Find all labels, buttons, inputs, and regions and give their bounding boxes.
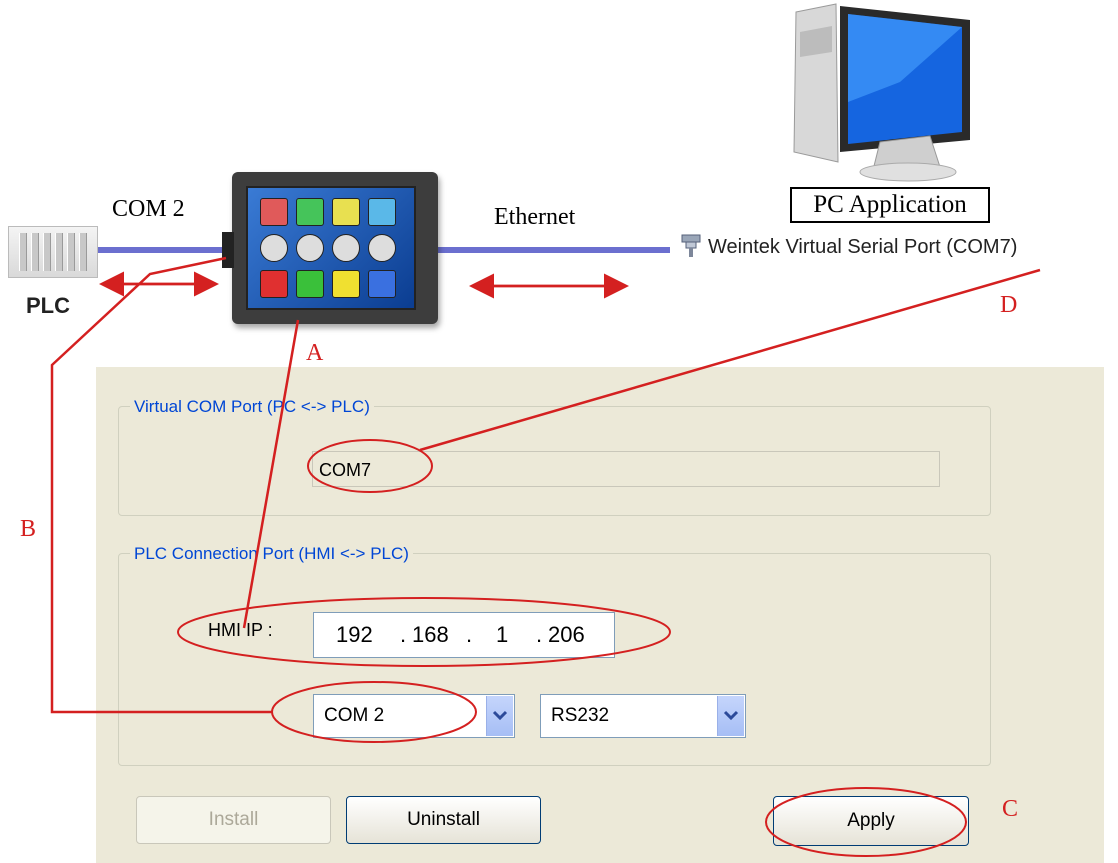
ip-octet-3[interactable]: 1 <box>496 622 508 648</box>
marker-b: B <box>20 516 37 542</box>
com-port-select-value: COM 2 <box>324 705 385 726</box>
ip-octet-1[interactable]: 192 <box>336 622 373 648</box>
com-cable-line <box>98 247 234 253</box>
pc-application-label: PC Application <box>790 187 990 223</box>
virtual-com-value: COM7 <box>319 460 372 480</box>
virtual-com-field: COM7 <box>312 451 940 487</box>
hmi-ip-label: HMI IP : <box>208 620 273 640</box>
ip-dot: . <box>400 622 407 647</box>
ip-octet-4[interactable]: 206 <box>548 622 585 648</box>
interface-select[interactable]: RS232 <box>540 694 746 738</box>
marker-a: A <box>306 340 324 366</box>
ip-dot: . <box>536 622 543 647</box>
ip-octet-2[interactable]: 168 <box>412 622 449 648</box>
install-button[interactable]: Install <box>136 796 331 844</box>
ethernet-label: Ethernet <box>494 204 576 230</box>
uninstall-button[interactable]: Uninstall <box>346 796 541 844</box>
marker-d: D <box>1000 292 1018 318</box>
plc-label: PLC <box>26 293 70 318</box>
serial-port-icon <box>681 234 701 257</box>
pc-monitor-icon <box>793 3 970 182</box>
ip-dot: . <box>466 622 473 647</box>
chevron-down-icon[interactable] <box>717 696 744 736</box>
interface-select-value: RS232 <box>551 705 610 726</box>
apply-button[interactable]: Apply <box>773 796 969 846</box>
plc-connection-group-title: PLC Connection Port (HMI <-> PLC) <box>130 544 413 564</box>
com2-label: COM 2 <box>112 196 185 222</box>
ethernet-cable-line <box>438 247 670 253</box>
com-port-select[interactable]: COM 2 <box>313 694 515 738</box>
virtual-com-group-title: Virtual COM Port (PC <-> PLC) <box>130 397 374 417</box>
chevron-down-icon[interactable] <box>486 696 513 736</box>
hmi-com-port <box>222 232 234 268</box>
plc-device-icon <box>8 226 98 278</box>
marker-c: C <box>1002 796 1019 822</box>
virtual-serial-port-label: Weintek Virtual Serial Port (COM7) <box>708 236 1018 258</box>
hmi-device-icon <box>232 172 438 324</box>
hmi-ip-input[interactable]: 192 . 168 . 1 . 206 <box>313 612 615 658</box>
